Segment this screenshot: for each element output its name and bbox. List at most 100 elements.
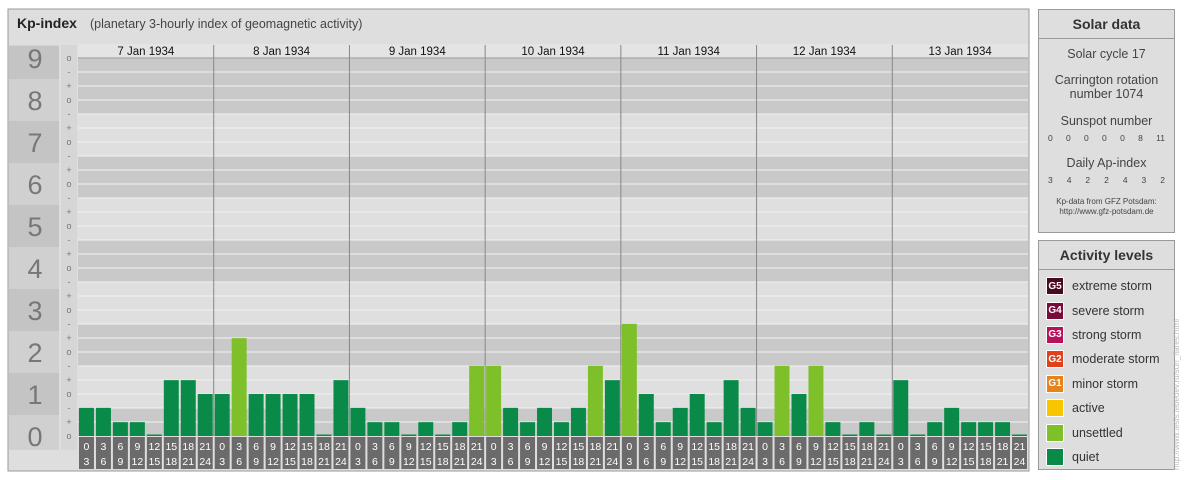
hour-end: 12	[946, 456, 958, 468]
hour-end: 6	[508, 456, 514, 468]
hour-start: 15	[573, 441, 585, 453]
kp-bar	[570, 407, 586, 436]
kp-band	[78, 323, 1028, 366]
hour-start: 15	[301, 441, 313, 453]
day-label: 12 Jan 1934	[793, 46, 857, 58]
kp-bar	[231, 338, 247, 436]
hour-end: 12	[810, 456, 822, 468]
hour-start: 15	[708, 441, 720, 453]
minor-tick-label: o	[66, 347, 71, 357]
hour-end: 3	[219, 456, 225, 468]
minor-tick-label: o	[66, 389, 71, 399]
kp-bar	[503, 407, 519, 436]
hour-start: 9	[677, 441, 683, 453]
hour-end: 18	[708, 456, 720, 468]
hour-end: 21	[725, 456, 737, 468]
minor-tick-label: o	[66, 95, 71, 105]
sunspot-value: 0	[1066, 133, 1071, 143]
hour-end: 6	[372, 456, 378, 468]
minor-tick-label: +	[66, 165, 71, 175]
hour-start: 12	[420, 441, 432, 453]
y-tick-label: 9	[27, 44, 42, 74]
level-badge: G4	[1046, 301, 1064, 320]
activity-level-row: active	[1039, 396, 1174, 420]
hour-start: 3	[643, 441, 649, 453]
hour-start: 15	[980, 441, 992, 453]
hour-start: 21	[607, 441, 619, 453]
ap-value: 3	[1048, 175, 1053, 185]
minor-tick-label: +	[66, 291, 71, 301]
hour-end: 24	[471, 456, 483, 468]
kp-bar	[469, 365, 485, 436]
hour-start: 15	[437, 441, 449, 453]
kp-bar	[638, 394, 654, 436]
hour-start: 3	[372, 441, 378, 453]
hour-end: 24	[742, 456, 754, 468]
kp-bar	[418, 422, 434, 436]
hour-end: 18	[437, 456, 449, 468]
kp-bar	[401, 434, 417, 436]
hour-start: 3	[779, 441, 785, 453]
level-label: quiet	[1072, 449, 1100, 464]
kp-bar	[180, 380, 196, 436]
activity-levels-panel: Activity levels G5 extreme storm G4 severe …	[1038, 240, 1175, 470]
kp-bar	[740, 407, 756, 436]
hour-start: 18	[997, 441, 1009, 453]
hour-start: 9	[949, 441, 955, 453]
hour-start: 0	[219, 441, 225, 453]
hour-end: 24	[607, 456, 619, 468]
kp-bar	[791, 394, 807, 436]
ap-value: 2	[1160, 175, 1165, 185]
hour-end: 9	[796, 456, 802, 468]
hour-start: 18	[861, 441, 873, 453]
hour-end: 24	[335, 456, 347, 468]
activity-levels-list: G5 extreme storm G4 severe storm G3 strong st…	[1039, 270, 1174, 469]
hour-end: 21	[454, 456, 466, 468]
kp-bar	[384, 422, 400, 436]
hour-end: 12	[267, 456, 279, 468]
kp-bar	[893, 380, 909, 436]
kp-bar	[944, 407, 960, 436]
y-tick-label: 4	[27, 254, 42, 284]
solar-cycle: Solar cycle 17	[1067, 47, 1146, 61]
kp-band	[78, 197, 1028, 240]
kp-bar	[689, 394, 705, 436]
hour-end: 21	[590, 456, 602, 468]
kp-bar	[621, 323, 637, 436]
hour-end: 6	[101, 456, 107, 468]
sunspot-value: 0	[1120, 133, 1125, 143]
hour-end: 3	[762, 456, 768, 468]
kp-band	[78, 155, 1028, 198]
kp-bar	[367, 422, 383, 436]
minor-tick-label: +	[66, 249, 71, 259]
kp-bar	[79, 407, 94, 436]
hour-start: 0	[491, 441, 497, 453]
level-badge: G1	[1046, 374, 1064, 393]
hour-start: 18	[590, 441, 602, 453]
activity-level-row: quiet	[1039, 445, 1174, 469]
day-label: 10 Jan 1934	[521, 46, 585, 58]
hour-end: 6	[643, 456, 649, 468]
hour-end: 21	[997, 456, 1009, 468]
kp-bar	[978, 422, 994, 436]
hour-end: 18	[980, 456, 992, 468]
hour-end: 12	[539, 456, 551, 468]
level-badge: G5	[1046, 277, 1064, 296]
minor-tick-label: +	[66, 123, 71, 133]
ap-value: 4	[1066, 175, 1072, 185]
hour-start: 12	[963, 441, 975, 453]
kp-bar	[995, 422, 1011, 436]
chart-title: Kp-index	[17, 15, 77, 31]
hour-end: 9	[660, 456, 666, 468]
level-label: unsettled	[1072, 425, 1123, 440]
hour-start: 6	[389, 441, 395, 453]
hour-start: 21	[199, 441, 211, 453]
kp-bar	[910, 434, 926, 436]
activity-level-row: G3 strong storm	[1039, 323, 1174, 347]
minor-tick-label: -	[68, 403, 71, 413]
level-badge	[1046, 399, 1064, 418]
minor-tick-label: +	[66, 207, 71, 217]
hour-start: 18	[454, 441, 466, 453]
day-label: 8 Jan 1934	[253, 46, 311, 58]
level-label: strong storm	[1072, 327, 1142, 342]
